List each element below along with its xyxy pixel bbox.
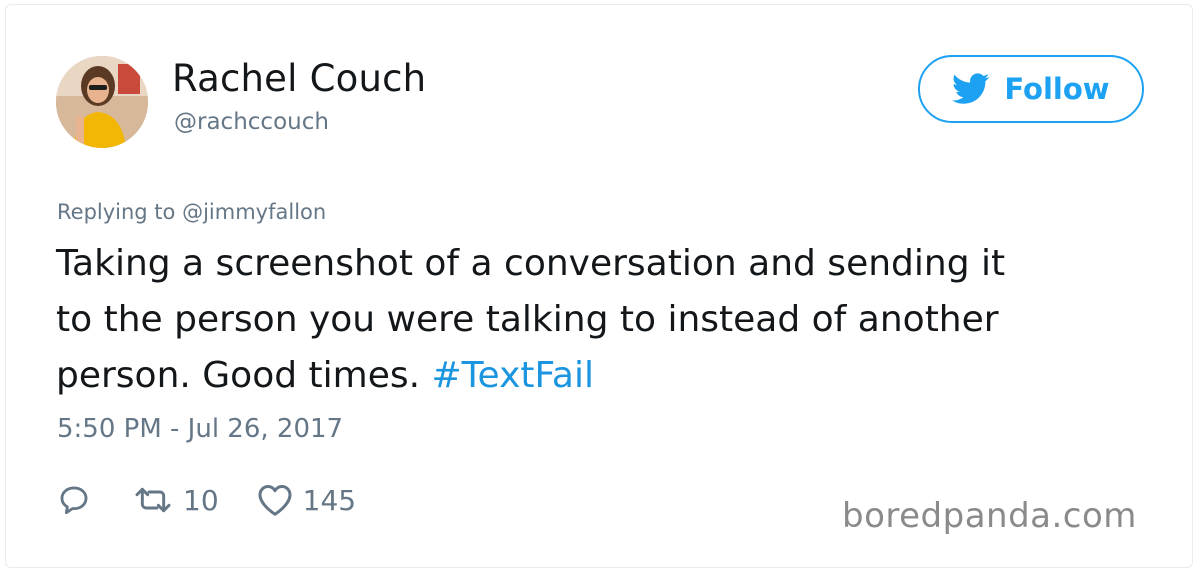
follow-label: Follow — [1004, 72, 1110, 106]
replying-to: Replying to @jimmyfallon — [57, 200, 326, 224]
reply-mention-link[interactable]: @jimmyfallon — [182, 200, 326, 224]
follow-button[interactable]: Follow — [918, 55, 1144, 123]
watermark: boredpanda.com — [842, 496, 1137, 536]
reply-icon — [60, 486, 88, 515]
tweet-text: Taking a screenshot of a conversation an… — [56, 236, 1166, 404]
tweet-text-line-last: person. Good times. #TextFail — [56, 348, 1166, 404]
display-name[interactable]: Rachel Couch — [172, 57, 426, 100]
heart-icon — [258, 485, 292, 516]
retweet-icon — [135, 487, 171, 513]
tweet-timestamp[interactable]: 5:50 PM - Jul 26, 2017 — [57, 414, 343, 444]
retweet-button[interactable]: 10 — [133, 484, 219, 517]
tweet-text-line: to the person you were talking to instea… — [56, 299, 999, 340]
tweet-text-line: person. Good times. — [56, 355, 421, 396]
hashtag-link[interactable]: #TextFail — [432, 355, 594, 396]
profile-photo — [56, 56, 148, 148]
reply-button[interactable] — [57, 483, 91, 517]
like-button[interactable]: 145 — [257, 483, 356, 517]
tweet-text-line: Taking a screenshot of a conversation an… — [56, 243, 1006, 284]
replying-prefix: Replying to — [57, 200, 176, 224]
tweet-actions: 10 145 — [57, 478, 356, 522]
twitter-bird-icon — [952, 73, 990, 104]
user-handle[interactable]: @rachccouch — [174, 109, 329, 135]
retweet-count: 10 — [183, 483, 219, 517]
like-count: 145 — [302, 483, 357, 517]
avatar[interactable] — [56, 56, 148, 148]
